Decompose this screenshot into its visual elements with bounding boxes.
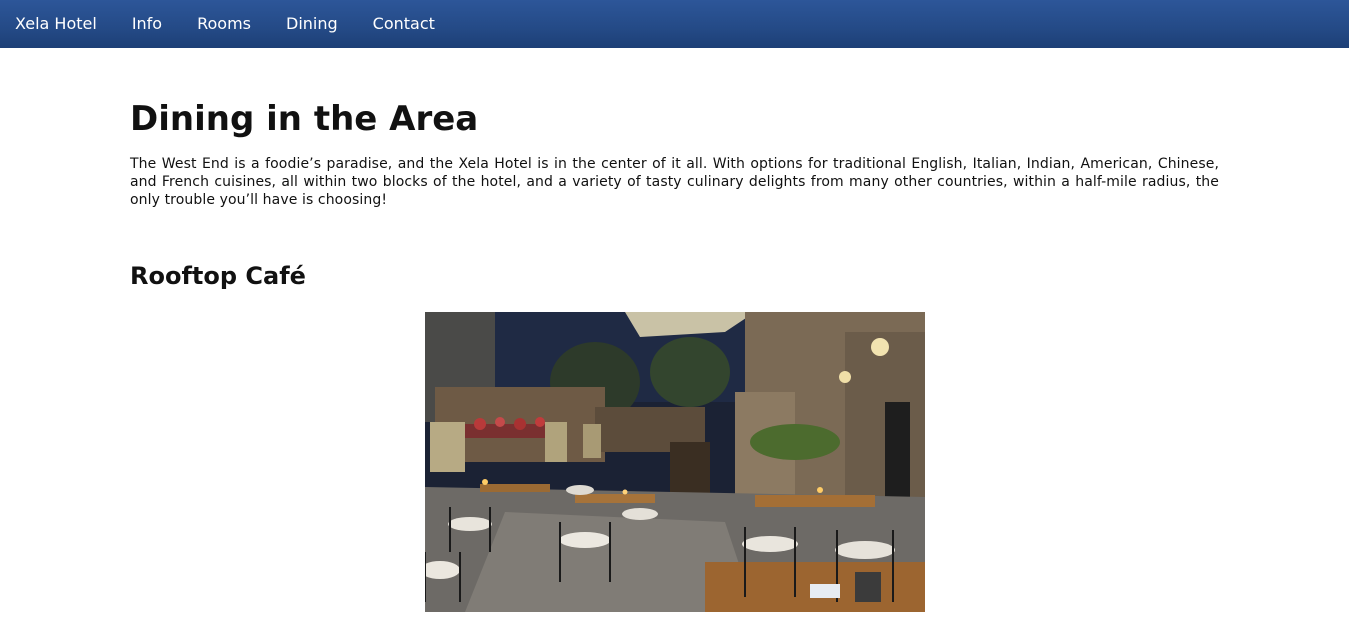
nav-item-rooms[interactable]: Rooms (197, 0, 251, 48)
nav-brand-link[interactable]: Xela Hotel (15, 0, 97, 48)
page-title: Dining in the Area (130, 99, 479, 139)
main-content: Dining in the Area The West End is a foo… (130, 96, 1219, 612)
nav-item-contact[interactable]: Contact (373, 0, 435, 48)
nav-item-dining[interactable]: Dining (286, 0, 338, 48)
nav-item-info[interactable]: Info (132, 0, 162, 48)
top-navbar: Xela Hotel Info Rooms Dining Contact (0, 0, 1349, 48)
intro-paragraph: The West End is a foodie’s paradise, and… (130, 156, 1219, 208)
section-title-rooftop-cafe: Rooftop Café (130, 262, 306, 290)
rooftop-cafe-photo (425, 312, 925, 612)
